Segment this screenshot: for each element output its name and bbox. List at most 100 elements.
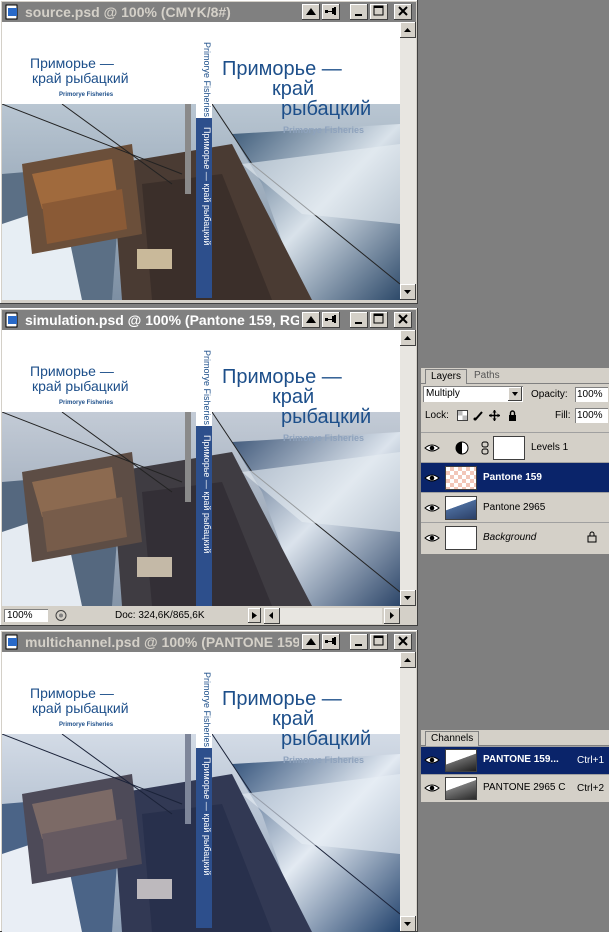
layer-row-levels[interactable]: Levels 1 — [421, 432, 609, 463]
subtitle-small: Primorye Fisheries — [59, 400, 114, 406]
channel-name: PANTONE 159... — [483, 754, 559, 765]
eye-visibility-icon[interactable] — [424, 441, 440, 455]
minimize-button[interactable] — [350, 634, 368, 650]
minimize-button[interactable] — [350, 4, 368, 20]
channel-row-pantone-159[interactable]: PANTONE 159... Ctrl+1 — [421, 746, 609, 774]
status-menu-button[interactable] — [248, 608, 261, 623]
arrow-down-icon — [404, 922, 411, 926]
scroll-up-button[interactable] — [400, 652, 416, 668]
minimize-to-palette-button[interactable] — [302, 634, 320, 650]
close-button[interactable] — [394, 312, 412, 328]
layer-mask-thumbnail — [493, 436, 525, 460]
lock-label: Lock: — [425, 410, 449, 421]
dock-icon — [325, 637, 336, 645]
chain-link-icon[interactable] — [481, 441, 489, 455]
maximize-button[interactable] — [370, 634, 388, 650]
headline-big-line3: рыбацкий — [281, 406, 372, 428]
scroll-down-button[interactable] — [400, 590, 416, 606]
lock-position-move-icon[interactable] — [489, 410, 500, 421]
dock-button[interactable] — [322, 312, 340, 328]
tab-layers[interactable]: Layers — [425, 369, 468, 384]
palette-tab-bar: Channels — [421, 730, 609, 746]
channel-shortcut: Ctrl+1 — [577, 755, 604, 766]
scroll-left-button[interactable] — [264, 608, 280, 624]
channel-row-pantone-2965[interactable]: PANTONE 2965 C Ctrl+2 — [421, 774, 609, 802]
lock-pixels-brush-icon[interactable] — [473, 410, 484, 421]
eye-visibility-icon[interactable] — [424, 501, 440, 515]
eye-visibility-icon[interactable] — [424, 753, 440, 767]
minimize-button[interactable] — [350, 312, 368, 328]
channels-palette: Channels PANTONE 159... Ctrl+1 PANTONE 2… — [421, 730, 609, 802]
headline-small-line2: край рыбацкий — [32, 378, 129, 394]
minimize-icon — [355, 644, 362, 646]
minimize-to-palette-button[interactable] — [302, 4, 320, 20]
headline-small-line1: Приморье — — [30, 685, 114, 701]
arrow-up-icon — [404, 336, 411, 340]
scroll-up-button[interactable] — [400, 22, 416, 38]
arrow-down-icon — [404, 596, 411, 600]
chevron-down-icon — [512, 392, 518, 396]
vertical-scrollbar[interactable] — [400, 652, 416, 932]
blend-mode-select[interactable]: Multiply — [423, 386, 523, 402]
lock-all-padlock-icon[interactable] — [507, 410, 518, 421]
fill-input[interactable]: 100% — [575, 408, 608, 423]
vertical-scrollbar[interactable] — [400, 330, 416, 606]
fill-label: Fill: — [555, 410, 571, 421]
document-window-simulation[interactable]: simulation.psd @ 100% (Pantone 159, RGB/… — [0, 308, 418, 626]
window-title: simulation.psd @ 100% (Pantone 159, RGB/… — [25, 312, 299, 328]
dock-button[interactable] — [322, 4, 340, 20]
headline-big-line3: рыбацкий — [281, 728, 372, 750]
dock-button[interactable] — [322, 634, 340, 650]
dock-icon — [325, 7, 336, 15]
lock-transparency-icon[interactable] — [457, 410, 468, 421]
maximize-button[interactable] — [370, 312, 388, 328]
maximize-icon — [373, 635, 384, 646]
scroll-down-button[interactable] — [400, 916, 416, 932]
title-bar[interactable]: source.psd @ 100% (CMYK/8#) — [2, 2, 416, 22]
title-bar[interactable]: multichannel.psd @ 100% (PANTONE 159 C) — [2, 632, 416, 652]
headline-small-line2: край рыбацкий — [32, 700, 129, 716]
layer-row-pantone-159[interactable]: Pantone 159 — [421, 462, 609, 493]
document-canvas[interactable]: Primorye Fisheries Приморье — край рыбац… — [2, 652, 400, 932]
status-info-icon[interactable] — [54, 609, 68, 622]
eye-visibility-icon[interactable] — [424, 531, 440, 545]
document-window-source[interactable]: source.psd @ 100% (CMYK/8#) Primorye Fis… — [0, 0, 418, 304]
photoshop-document-icon — [5, 4, 18, 20]
close-icon — [398, 314, 408, 324]
triangle-up-icon — [306, 638, 316, 645]
layer-row-pantone-2965[interactable]: Pantone 2965 — [421, 492, 609, 523]
minimize-icon — [355, 14, 362, 16]
document-canvas[interactable]: Primorye Fisheries Приморье — край рыбац… — [2, 22, 400, 300]
scroll-up-button[interactable] — [400, 330, 416, 346]
triangle-up-icon — [306, 316, 316, 323]
vertical-text-english: Primorye Fisheries — [202, 350, 212, 426]
status-bar: 100% Doc: 324,6K/865,6K — [2, 608, 400, 624]
tab-paths[interactable]: Paths — [469, 369, 505, 383]
layer-row-background[interactable]: Background — [421, 522, 609, 553]
vertical-scrollbar[interactable] — [400, 22, 416, 300]
eye-visibility-icon[interactable] — [424, 471, 440, 485]
scroll-down-button[interactable] — [400, 284, 416, 300]
maximize-button[interactable] — [370, 4, 388, 20]
window-title: source.psd @ 100% (CMYK/8#) — [25, 4, 231, 20]
subtitle-big: Primorye Fisheries — [283, 125, 365, 135]
document-canvas[interactable]: Primorye Fisheries Приморье — край рыбац… — [2, 330, 400, 606]
tab-channels[interactable]: Channels — [425, 731, 480, 746]
title-bar[interactable]: simulation.psd @ 100% (Pantone 159, RGB/… — [2, 310, 416, 330]
adjustment-layer-icon — [455, 441, 469, 455]
zoom-field[interactable]: 100% — [4, 609, 48, 622]
layer-name: Pantone 2965 — [483, 502, 546, 513]
window-title: multichannel.psd @ 100% (PANTONE 159 C) — [25, 634, 299, 650]
close-button[interactable] — [394, 4, 412, 20]
palette-tab-bar: Layers Paths — [421, 368, 609, 384]
close-button[interactable] — [394, 634, 412, 650]
opacity-input[interactable]: 100% — [575, 387, 608, 402]
subtitle-big: Primorye Fisheries — [283, 433, 365, 443]
eye-visibility-icon[interactable] — [424, 781, 440, 795]
blend-mode-dropdown-button[interactable] — [508, 387, 522, 401]
minimize-to-palette-button[interactable] — [302, 312, 320, 328]
arrow-up-icon — [404, 28, 411, 32]
scroll-right-button[interactable] — [384, 608, 400, 624]
horizontal-scrollbar[interactable] — [264, 608, 382, 624]
document-window-multichannel[interactable]: multichannel.psd @ 100% (PANTONE 159 C) — [0, 630, 418, 932]
